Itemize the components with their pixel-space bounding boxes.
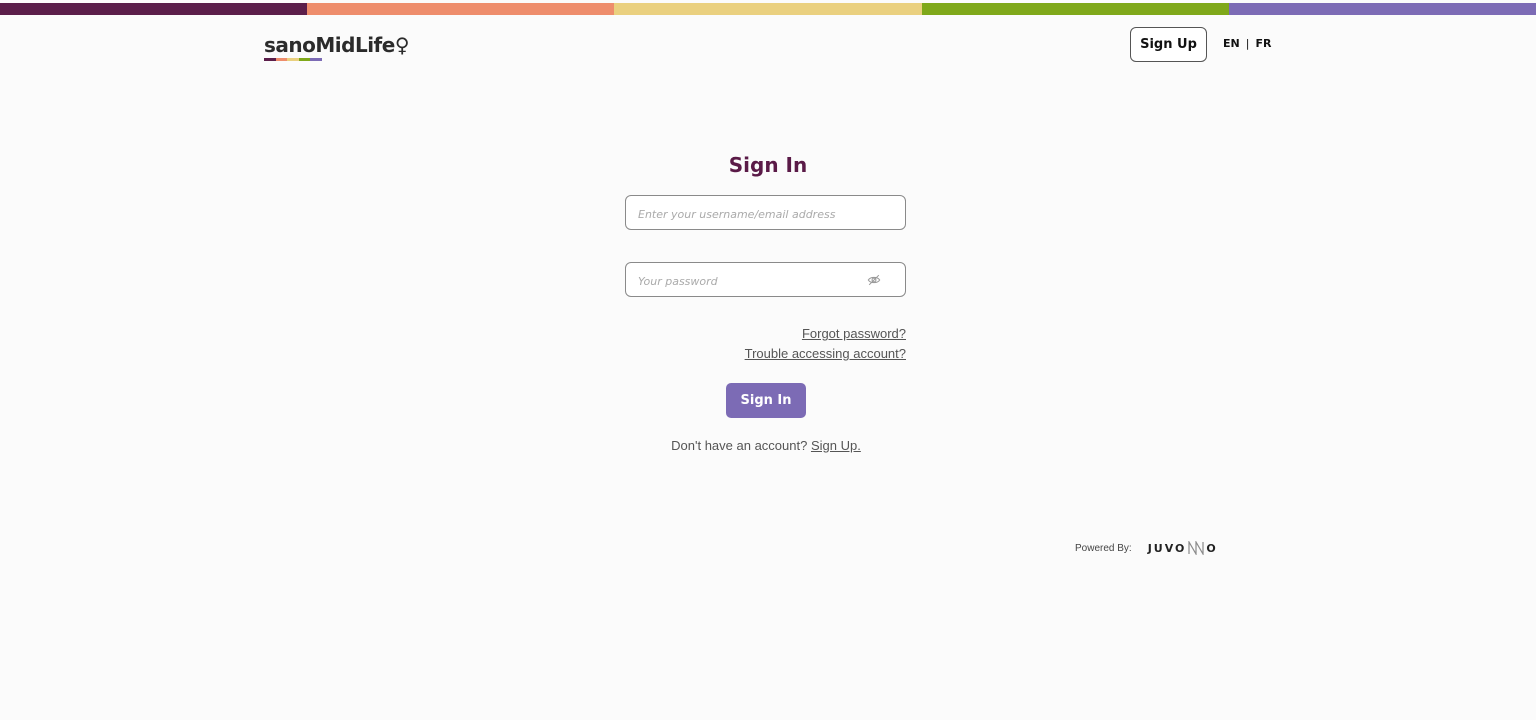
password-input[interactable] [636, 270, 870, 292]
lang-en-link[interactable]: EN [1223, 37, 1240, 50]
female-symbol-icon: ♀ [394, 33, 410, 57]
signup-link[interactable]: Sign Up. [811, 438, 861, 453]
page-title: Sign In [728, 153, 808, 177]
brand-text-right: O [1206, 541, 1218, 555]
brand-color-stripe [0, 3, 1536, 15]
stripe-segment-coral [307, 3, 615, 15]
username-input[interactable] [636, 203, 870, 225]
username-field[interactable] [625, 195, 906, 230]
stripe-segment-plum [0, 3, 308, 15]
language-switcher: EN | FR [1223, 37, 1271, 50]
sign-in-button[interactable]: Sign In [726, 383, 806, 418]
trouble-accessing-link[interactable]: Trouble accessing account? [745, 346, 906, 361]
stripe-segment-purple [1228, 3, 1536, 15]
no-account-text: Don't have an account? [671, 438, 808, 453]
stripe-segment-green [921, 3, 1229, 15]
site-logo[interactable]: sanoMidLife♀ [264, 33, 409, 63]
eye-slash-icon[interactable] [867, 273, 881, 287]
powered-by-label: Powered By: [1075, 542, 1132, 554]
lang-fr-link[interactable]: FR [1255, 37, 1271, 50]
powered-by: Powered By: JUVO O [1075, 541, 1218, 555]
brand-n-mark-icon [1188, 541, 1205, 555]
lang-separator: | [1245, 37, 1250, 50]
logo-text: sanoMidLife [264, 33, 395, 57]
stripe-segment-yellow [614, 3, 922, 15]
forgot-password-link[interactable]: Forgot password? [802, 326, 906, 341]
no-account-prompt: Don't have an account? Sign Up. [0, 438, 1532, 453]
logo-underline [264, 58, 322, 61]
header-signup-button[interactable]: Sign Up [1130, 27, 1207, 62]
juvonno-logo[interactable]: JUVO O [1148, 541, 1218, 555]
password-field[interactable] [625, 262, 906, 297]
brand-text-left: JUVO [1147, 541, 1187, 555]
